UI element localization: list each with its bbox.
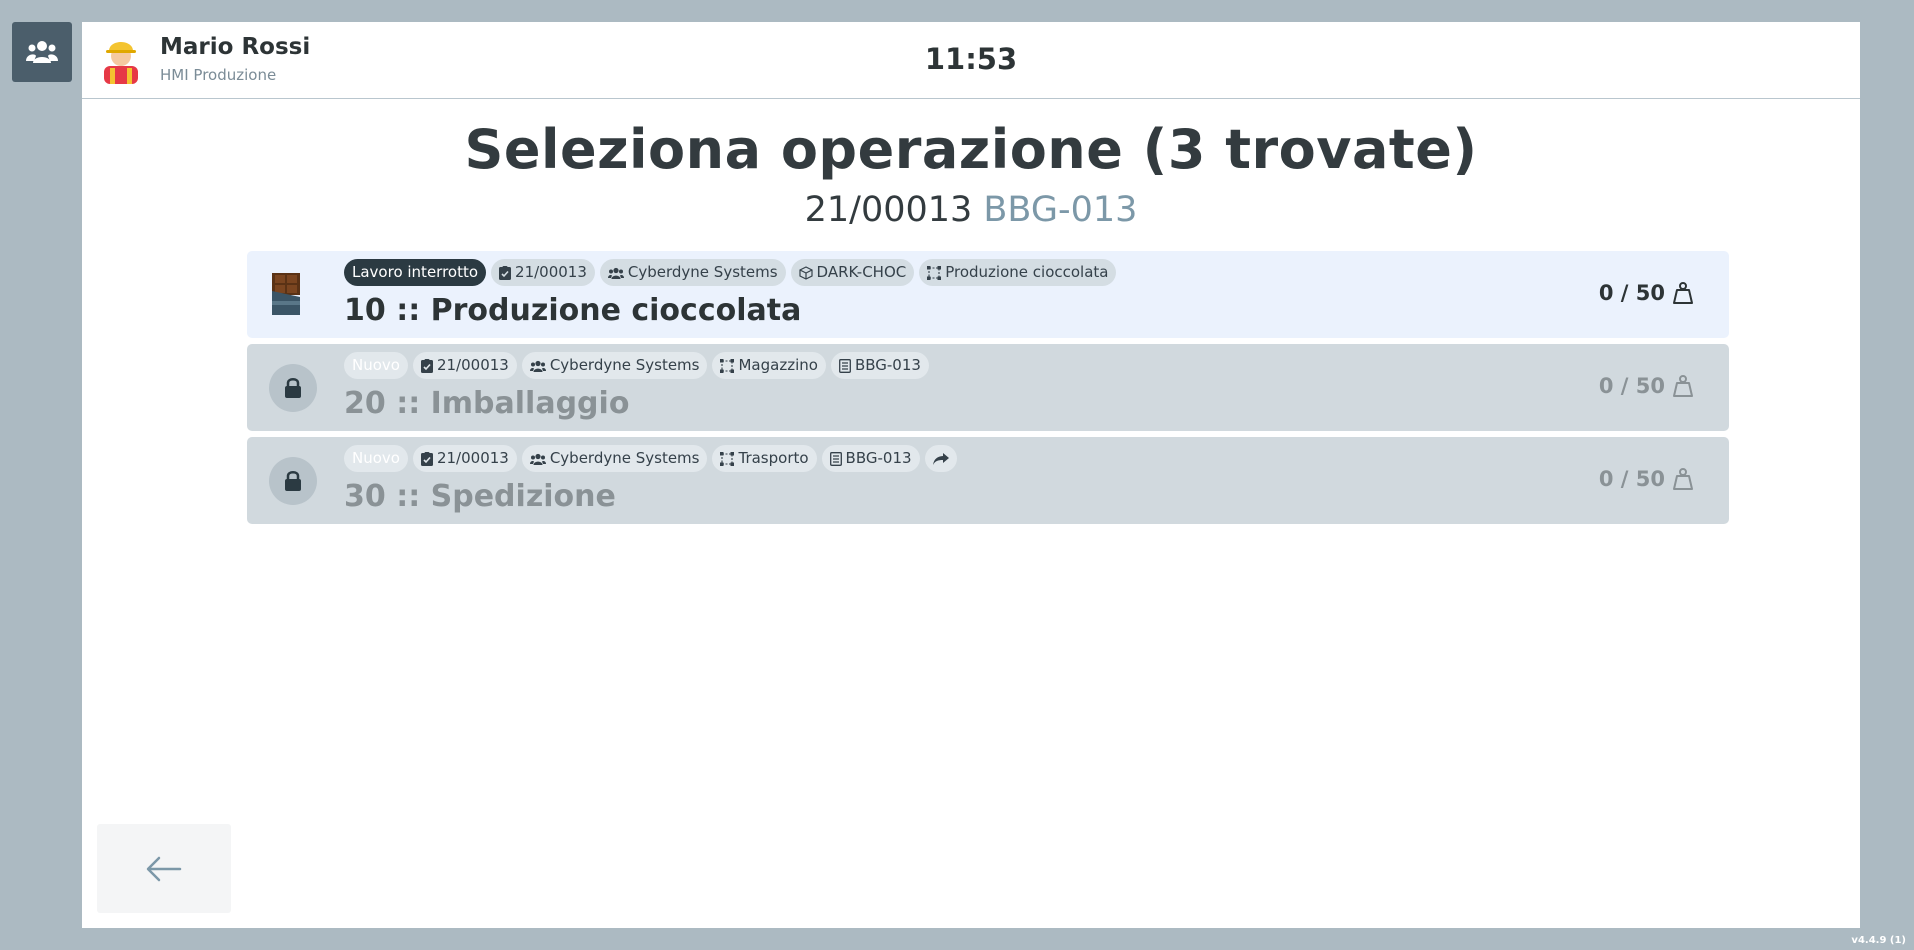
order-badge: 21/00013 bbox=[491, 259, 595, 286]
article-badge: DARK-CHOC bbox=[790, 259, 915, 286]
operation-title: 10 :: Produzione cioccolata bbox=[344, 293, 802, 328]
document-icon bbox=[838, 358, 851, 373]
page-title: Seleziona operazione (3 trovate) bbox=[464, 118, 1478, 181]
users-icon bbox=[607, 267, 624, 279]
app-version: v4.4.9 (1) bbox=[1851, 935, 1906, 946]
clock: 11:53 bbox=[924, 42, 1018, 76]
back-button[interactable] bbox=[97, 824, 231, 913]
quantity-text: 0 / 50 bbox=[1598, 374, 1665, 398]
order-text: 21/00013 bbox=[436, 449, 509, 467]
forward-badge bbox=[924, 445, 957, 472]
operation-quantity: 0 / 50 bbox=[1599, 374, 1693, 398]
order-badge: 21/00013 bbox=[412, 352, 517, 379]
clipboard-check-icon bbox=[420, 358, 433, 373]
operation-badges: Lavoro interrotto 21/00013 Cyberdyne Sys… bbox=[344, 259, 1117, 286]
customer-text: Cyberdyne Systems bbox=[627, 263, 778, 281]
customer-badge: Cyberdyne Systems bbox=[521, 352, 708, 379]
quantity-text: 0 / 50 bbox=[1598, 281, 1665, 305]
document-text: BBG-013 bbox=[854, 356, 921, 374]
order-badge: 21/00013 bbox=[412, 445, 517, 472]
workcenter-badge: Magazzino bbox=[712, 352, 826, 379]
vector-square-icon bbox=[927, 265, 942, 280]
document-icon bbox=[829, 451, 842, 466]
order-code: BBG-013 bbox=[983, 190, 1138, 230]
page-subtitle: 21/00013 BBG-013 bbox=[82, 190, 1860, 230]
customer-badge: Cyberdyne Systems bbox=[599, 259, 786, 286]
workcenter-text: Produzione cioccolata bbox=[945, 263, 1109, 281]
document-badge: BBG-013 bbox=[830, 352, 929, 379]
chocolate-icon bbox=[269, 270, 303, 318]
weight-icon bbox=[1673, 282, 1693, 304]
weight-icon bbox=[1673, 375, 1693, 397]
quantity-text: 0 / 50 bbox=[1598, 467, 1665, 491]
users-icon bbox=[529, 453, 546, 465]
operation-quantity: 0 / 50 bbox=[1599, 467, 1693, 491]
workcenter-badge: Trasporto bbox=[712, 445, 817, 472]
order-text: 21/00013 bbox=[515, 263, 587, 281]
status-badge: Nuovo bbox=[344, 352, 408, 379]
users-icon bbox=[26, 41, 58, 63]
operation-badges: Nuovo 21/00013 Cyberdyne Systems Traspor… bbox=[344, 445, 957, 472]
share-arrow-icon bbox=[932, 452, 949, 465]
workcenter-text: Magazzino bbox=[738, 356, 818, 374]
customer-text: Cyberdyne Systems bbox=[549, 356, 700, 374]
workcenter-text: Trasporto bbox=[738, 449, 809, 467]
operation-quantity: 0 / 50 bbox=[1599, 281, 1693, 305]
arrow-left-icon bbox=[146, 856, 182, 881]
users-menu-button[interactable] bbox=[12, 22, 72, 82]
operation-title: 20 :: Imballaggio bbox=[344, 386, 630, 421]
operation-badges: Nuovo 21/00013 Cyberdyne Systems Magazzi… bbox=[344, 352, 929, 379]
operation-row[interactable]: Lavoro interrotto 21/00013 Cyberdyne Sys… bbox=[247, 251, 1729, 338]
article-text: DARK-CHOC bbox=[816, 263, 907, 281]
vector-square-icon bbox=[720, 358, 735, 373]
order-number: 21/00013 bbox=[804, 190, 973, 230]
vector-square-icon bbox=[720, 451, 735, 466]
main-panel: Mario Rossi HMI Produzione 11:53 Selezio… bbox=[82, 22, 1860, 928]
order-text: 21/00013 bbox=[436, 356, 509, 374]
clipboard-check-icon bbox=[420, 451, 433, 466]
operation-row[interactable]: Nuovo 21/00013 Cyberdyne Systems Magazzi… bbox=[247, 344, 1729, 431]
customer-badge: Cyberdyne Systems bbox=[521, 445, 708, 472]
workcenter-badge: Produzione cioccolata bbox=[919, 259, 1117, 286]
operation-list: Lavoro interrotto 21/00013 Cyberdyne Sys… bbox=[247, 251, 1729, 530]
users-icon bbox=[529, 360, 546, 372]
lock-icon bbox=[269, 457, 317, 505]
status-badge: Lavoro interrotto bbox=[344, 259, 487, 286]
lock-icon bbox=[269, 364, 317, 412]
status-badge: Nuovo bbox=[344, 445, 408, 472]
customer-text: Cyberdyne Systems bbox=[549, 449, 700, 467]
operation-row[interactable]: Nuovo 21/00013 Cyberdyne Systems Traspor… bbox=[247, 437, 1729, 524]
document-text: BBG-013 bbox=[845, 449, 912, 467]
header-bar: Mario Rossi HMI Produzione 11:53 bbox=[82, 22, 1860, 99]
operation-title: 30 :: Spedizione bbox=[344, 479, 616, 514]
clipboard-check-icon bbox=[499, 265, 512, 280]
document-badge: BBG-013 bbox=[821, 445, 920, 472]
box-icon bbox=[798, 265, 813, 280]
weight-icon bbox=[1673, 468, 1693, 490]
